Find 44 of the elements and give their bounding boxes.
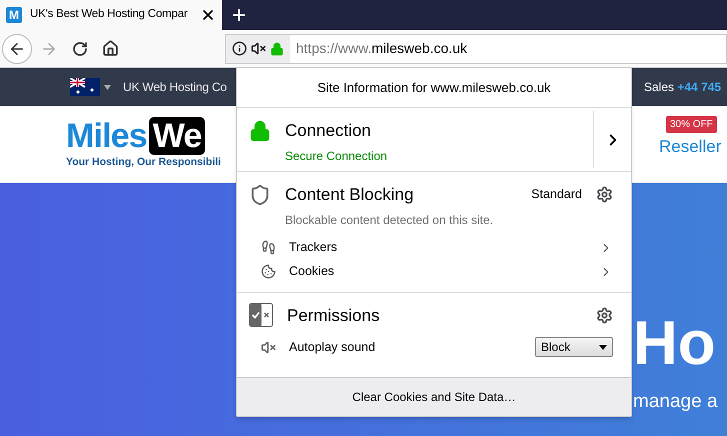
offer-badge: 30% OFF [666,116,717,133]
flag-icon [70,78,100,96]
close-icon[interactable] [200,7,216,23]
popup-title: Site Information for www.milesweb.co.uk [237,68,631,108]
settings-icon[interactable] [596,306,613,324]
new-tab-icon[interactable] [230,6,248,24]
lock-icon [270,42,284,56]
logo-text: We [148,117,206,156]
caret-icon [599,344,607,350]
logo-text: Miles [66,119,147,154]
autoplay-blocked-icon [261,340,276,354]
permission-label: Autoplay sound [289,338,376,356]
settings-icon[interactable] [596,186,613,204]
sales-phone[interactable]: Sales +44 745 [644,78,722,96]
section-heading: Connection [285,120,372,142]
nav-link[interactable]: Reseller [659,134,722,160]
permission-select[interactable]: Block [535,337,613,357]
shield-icon [249,184,271,206]
cookie-icon [261,264,276,279]
caret-icon [104,84,111,90]
logo-tagline: Your Hosting, Our Responsibili [66,155,221,170]
home-icon[interactable] [102,40,119,57]
site-favicon: M [6,7,22,23]
address-bar[interactable]: https://www.milesweb.co.uk [225,34,727,64]
browser-tab[interactable]: M UK's Best Web Hosting Compar [0,0,222,30]
hero-title: Ho [633,313,716,375]
autoplay-blocked-icon[interactable] [251,41,266,56]
topbar-menu[interactable]: UK Web Hosting Co [123,78,227,96]
permissions-icon [249,303,273,328]
clear-cookies-button[interactable]: Clear Cookies and Site Data… [237,378,631,416]
blocking-item[interactable]: Cookies [249,262,613,282]
tab-title: UK's Best Web Hosting Compar [30,7,188,22]
url-text: https://www.milesweb.co.uk [296,39,468,58]
blocking-note: Blockable content detected on this site. [285,212,494,228]
reload-icon[interactable] [72,40,88,56]
section-heading: Permissions [287,304,381,326]
section-heading: Content Blocking [285,184,415,206]
connection-status: Secure Connection [285,148,388,164]
blocking-item[interactable]: Trackers [249,238,613,258]
info-icon[interactable] [232,41,247,56]
hero-subtitle: manage a [633,390,718,414]
blocking-level: Standard [531,186,582,204]
footprints-icon [261,240,276,255]
back-button[interactable] [2,34,32,64]
